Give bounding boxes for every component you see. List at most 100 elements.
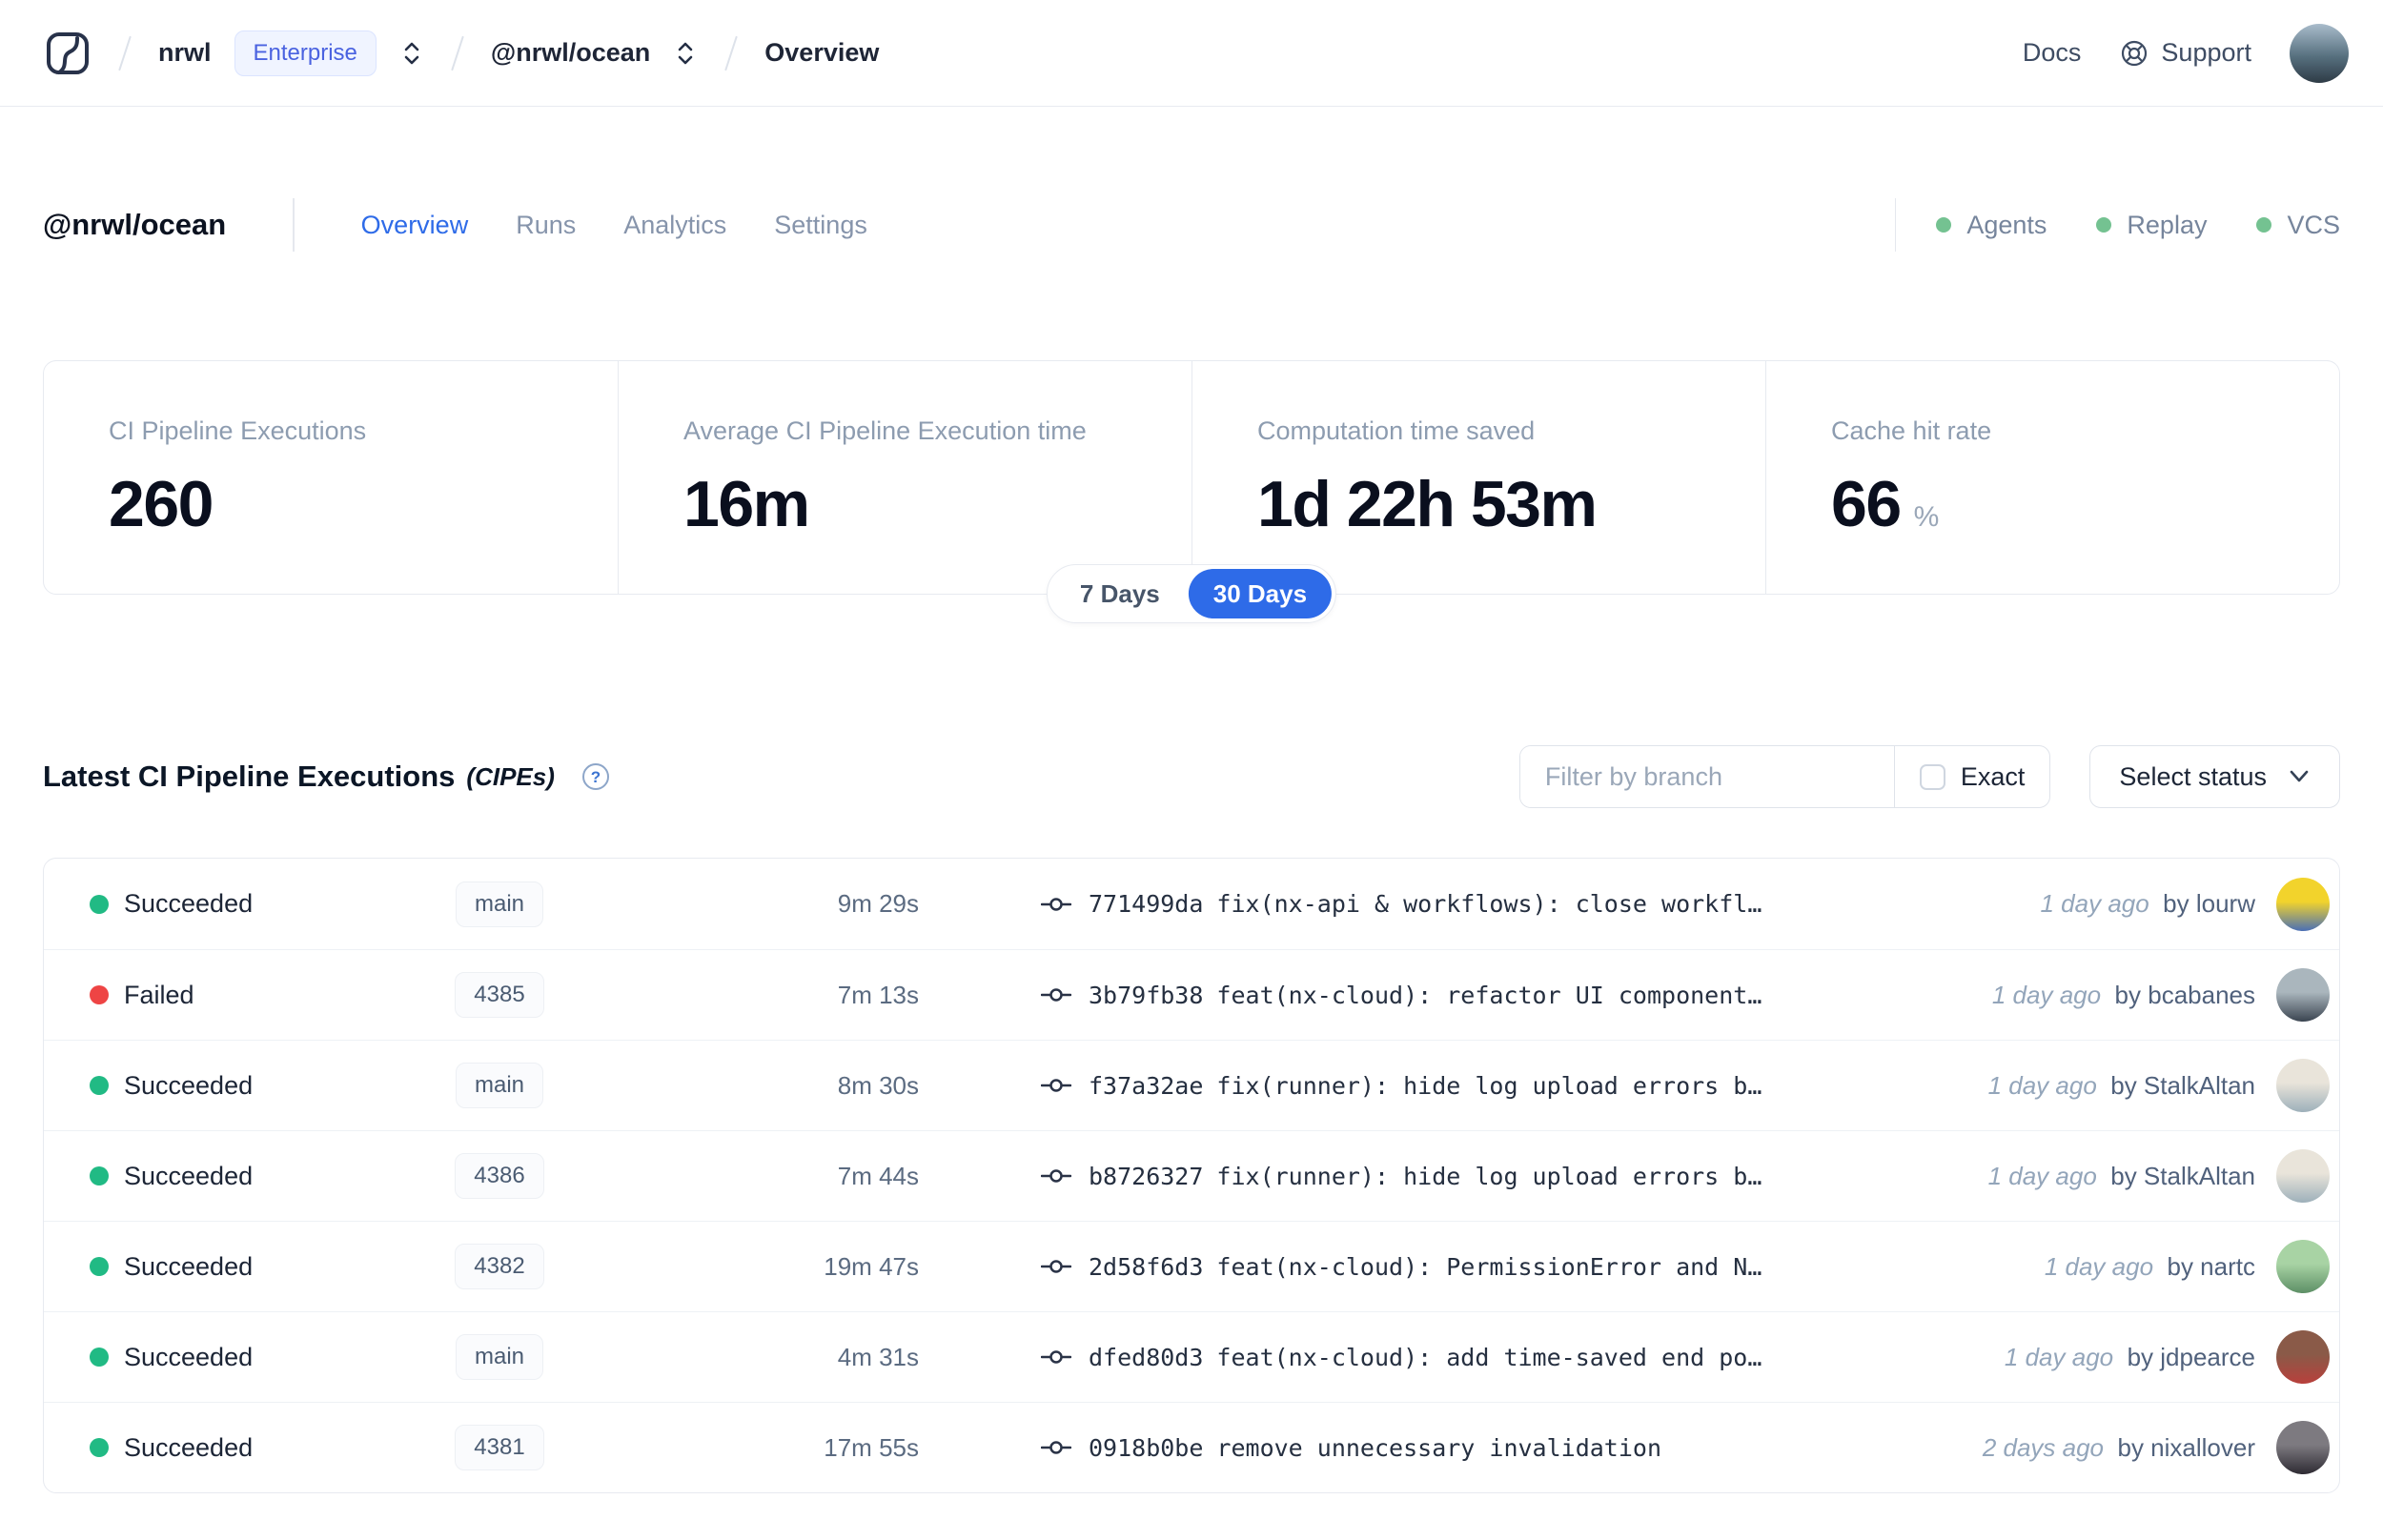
status-dot-icon <box>90 1257 109 1276</box>
commit-hash: b8726327 <box>1089 1162 1204 1190</box>
time-ago: 1 day ago <box>2044 1251 2154 1281</box>
branch-filter-input[interactable] <box>1519 746 1894 807</box>
commit-link[interactable]: dfed80d3 feat(nx-cloud): add time-saved … <box>1089 1344 1762 1371</box>
range-30-days[interactable]: 30 Days <box>1188 569 1333 618</box>
time-ago: 1 day ago <box>2040 889 2149 918</box>
tab-analytics[interactable]: Analytics <box>623 211 726 240</box>
chevron-down-icon <box>2288 769 2311 784</box>
tab-runs[interactable]: Runs <box>516 211 576 240</box>
breadcrumb-workspace[interactable]: @nrwl/ocean <box>491 38 650 68</box>
range-7-days[interactable]: 7 Days <box>1051 569 1189 618</box>
green-dot-icon <box>2256 217 2272 233</box>
breadcrumb-page[interactable]: Overview <box>764 38 879 68</box>
duration: 7m 13s <box>837 980 919 1009</box>
status-label: Failed <box>124 980 194 1009</box>
breadcrumb-slash <box>724 35 739 71</box>
git-commit-icon <box>1041 1165 1071 1186</box>
author: by jdpearce <box>2127 1342 2255 1371</box>
author: by lourw <box>2163 889 2255 918</box>
status-label: Succeeded <box>124 1070 254 1100</box>
status-label: Succeeded <box>124 1161 254 1190</box>
workspace-switcher-chevron-icon[interactable] <box>673 39 698 68</box>
commit-link[interactable]: f37a32ae fix(runner): hide log upload er… <box>1089 1072 1762 1100</box>
table-row[interactable]: Succeeded 4382 19m 47s 2d58f6d3 feat(nx-… <box>44 1221 2339 1311</box>
commit-link[interactable]: 0918b0be remove unnecessary invalidation <box>1089 1434 1661 1462</box>
commit-message: remove unnecessary invalidation <box>1216 1433 1662 1462</box>
stat-value: 16m <box>683 468 810 540</box>
org-switcher-chevron-icon[interactable] <box>399 39 424 68</box>
lifebuoy-icon <box>2119 38 2149 69</box>
indicator-agents[interactable]: Agents <box>1936 211 2047 240</box>
breadcrumb-org[interactable]: nrwl <box>158 38 212 68</box>
section-subtitle: (CIPEs) <box>466 761 555 791</box>
green-dot-icon <box>1936 217 1952 233</box>
table-row[interactable]: Succeeded 4386 7m 44s b8726327 fix(runne… <box>44 1130 2339 1221</box>
stat-value: 1d 22h 53m <box>1257 468 1598 540</box>
time-ago: 1 day ago <box>1987 1161 2097 1190</box>
commit-hash: 0918b0be <box>1089 1433 1204 1462</box>
date-range-toggle: 7 Days 30 Days <box>1046 564 1337 623</box>
commit-hash: 2d58f6d3 <box>1089 1252 1204 1281</box>
duration: 17m 55s <box>824 1432 919 1462</box>
tab-settings[interactable]: Settings <box>774 211 867 240</box>
status-dot-icon <box>90 894 109 914</box>
branch-badge: 4386 <box>455 1153 544 1199</box>
commit-link[interactable]: 771499da fix(nx-api & workflows): close … <box>1089 890 1762 918</box>
section-title: Latest CI Pipeline Executions <box>43 760 456 793</box>
user-avatar[interactable] <box>2290 23 2349 83</box>
app-logo-icon[interactable] <box>44 30 92 77</box>
time-ago: 1 day ago <box>1991 980 2102 1009</box>
table-row[interactable]: Succeeded 4381 17m 55s 0918b0be remove u… <box>44 1402 2339 1492</box>
author: by StalkAltan <box>2110 1070 2255 1100</box>
branch-filter-group: Exact <box>1518 745 2051 808</box>
commit-message: fix(runner): hide log upload errors b… <box>1216 1071 1762 1100</box>
stat-value: 260 <box>109 468 214 540</box>
author: by nartc <box>2167 1251 2256 1281</box>
git-commit-icon <box>1041 1437 1071 1458</box>
indicator-replay[interactable]: Replay <box>2096 211 2207 240</box>
status-select-dropdown[interactable]: Select status <box>2089 745 2340 808</box>
help-icon[interactable]: ? <box>581 762 610 791</box>
indicator-vcs[interactable]: VCS <box>2256 211 2340 240</box>
commit-message: fix(nx-api & workflows): close workfl… <box>1216 890 1762 918</box>
commit-message: feat(nx-cloud): refactor UI component… <box>1216 981 1762 1009</box>
page-title: @nrwl/ocean <box>43 208 227 241</box>
status-label: Succeeded <box>124 1432 254 1462</box>
commit-message: feat(nx-cloud): PermissionError and N… <box>1216 1252 1762 1281</box>
author-avatar <box>2276 1149 2330 1203</box>
time-ago: 1 day ago <box>2004 1342 2114 1371</box>
table-row[interactable]: Succeeded main 9m 29s 771499da fix(nx-ap… <box>44 859 2339 949</box>
commit-link[interactable]: 2d58f6d3 feat(nx-cloud): PermissionError… <box>1089 1253 1762 1281</box>
table-row[interactable]: Failed 4385 7m 13s 3b79fb38 feat(nx-clou… <box>44 949 2339 1040</box>
stat-ci-pipeline-executions: CI Pipeline Executions 260 <box>109 416 367 540</box>
stat-computation-time-saved: Computation time saved 1d 22h 53m <box>1192 361 1765 594</box>
stat-cache-hit-rate: Cache hit rate 66 % <box>1765 361 2339 594</box>
duration: 9m 29s <box>837 889 919 918</box>
table-row[interactable]: Succeeded main 4m 31s dfed80d3 feat(nx-c… <box>44 1311 2339 1402</box>
status-label: Succeeded <box>124 1251 254 1281</box>
commit-link[interactable]: 3b79fb38 feat(nx-cloud): refactor UI com… <box>1089 982 1762 1009</box>
time-ago: 1 day ago <box>1987 1070 2097 1100</box>
support-link[interactable]: Support <box>2119 38 2251 69</box>
stat-value: 66 <box>1831 468 1902 540</box>
table-row[interactable]: Succeeded main 8m 30s f37a32ae fix(runne… <box>44 1040 2339 1130</box>
enterprise-badge: Enterprise <box>234 30 377 76</box>
docs-link[interactable]: Docs <box>2023 38 2082 68</box>
status-dot-icon <box>90 1076 109 1095</box>
git-commit-icon <box>1041 984 1071 1005</box>
commit-message: fix(runner): hide log upload errors b… <box>1216 1162 1762 1190</box>
branch-badge: main <box>455 1334 544 1380</box>
author-avatar <box>2276 877 2330 931</box>
workspace-tabs: Overview Runs Analytics Settings <box>361 211 867 240</box>
status-label: Succeeded <box>124 1342 254 1371</box>
workspace-header: @nrwl/ocean Overview Runs Analytics Sett… <box>43 194 2340 255</box>
git-commit-icon <box>1041 1347 1071 1368</box>
status-dot-icon <box>90 985 109 1004</box>
duration: 8m 30s <box>837 1070 919 1100</box>
commit-link[interactable]: b8726327 fix(runner): hide log upload er… <box>1089 1163 1762 1190</box>
branch-badge: main <box>455 1063 544 1108</box>
branch-badge: 4382 <box>455 1244 544 1289</box>
tab-overview[interactable]: Overview <box>361 211 469 240</box>
commit-hash: 771499da <box>1089 890 1204 918</box>
exact-checkbox[interactable] <box>1919 763 1945 790</box>
